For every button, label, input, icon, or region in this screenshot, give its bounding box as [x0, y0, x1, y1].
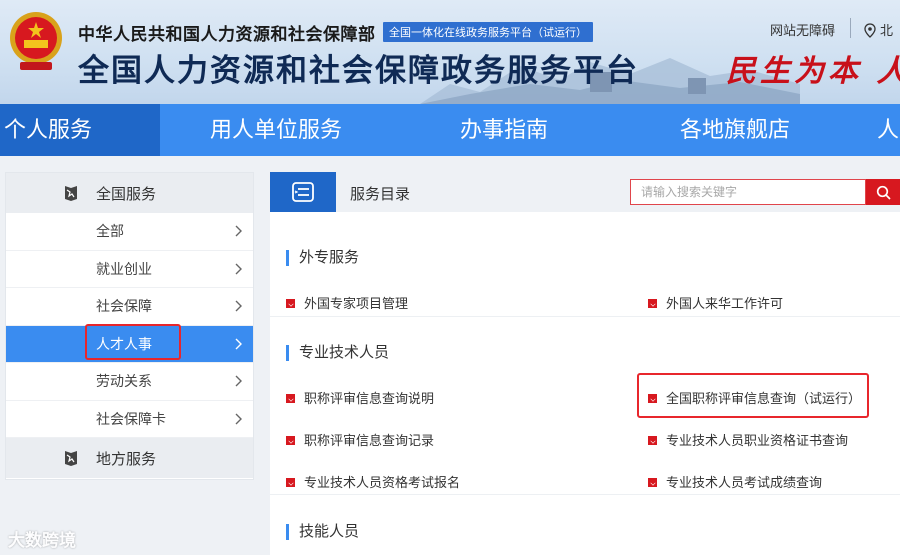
service-link-label: 专业技术人员考试成绩查询: [666, 475, 823, 490]
bullet-icon: [286, 394, 295, 403]
sidebar-item-employment[interactable]: 就业创业: [6, 251, 253, 288]
service-link[interactable]: 外国专家项目管理: [286, 293, 408, 312]
chevron-right-icon: [235, 375, 242, 387]
accessibility-link[interactable]: 网站无障碍: [770, 20, 835, 39]
main-nav: 个人服务 用人单位服务 办事指南 各地旗舰店 人: [0, 104, 900, 156]
location-selector[interactable]: 北: [864, 20, 893, 39]
service-link-label: 专业技术人员资格考试报名: [304, 475, 461, 490]
platform-tagline-badge: 全国一体化在线政务服务平台（试运行）: [383, 22, 593, 42]
sidebar-item-label: 社会保障卡: [96, 410, 166, 427]
chevron-right-icon: [235, 338, 242, 349]
highlight-box: [637, 373, 869, 418]
local-services-header[interactable]: 地方服务: [6, 438, 253, 478]
service-link-label: 职称评审信息查询记录: [304, 433, 435, 448]
sidebar-item-social-security-card[interactable]: 社会保障卡: [6, 401, 253, 438]
section-divider: [270, 494, 900, 495]
search-input[interactable]: [630, 179, 866, 205]
sidebar-item-social-security[interactable]: 社会保障: [6, 288, 253, 326]
nav-item-more[interactable]: 人: [870, 104, 900, 156]
map-pin-icon: [864, 23, 876, 38]
section-title-skilled-workers: 技能人员: [286, 524, 359, 540]
sidebar-item-labor-relations[interactable]: 劳动关系: [6, 363, 253, 401]
header-divider: [850, 18, 851, 38]
service-link[interactable]: 职称评审信息查询说明: [286, 388, 434, 407]
section-title-professional-technical: 专业技术人员: [286, 345, 389, 361]
service-catalog-panel: 服务目录 外专服务 外国专家项目管理 外国人来华工作许可 专业技术人员 职称评审…: [270, 172, 900, 555]
sidebar-item-label: 全部: [96, 223, 124, 240]
nav-item-service-guide[interactable]: 办事指南: [410, 104, 630, 156]
bullet-icon: [286, 436, 295, 445]
nav-item-personal-services[interactable]: 个人服务: [0, 104, 160, 156]
chevron-right-icon: [235, 225, 242, 237]
national-services-label: 全国服务: [96, 185, 157, 203]
watermark: 大数跨境: [8, 531, 76, 550]
service-link[interactable]: 专业技术人员职业资格证书查询: [648, 430, 848, 449]
chevron-right-icon: [235, 263, 242, 274]
highlight-box: [85, 324, 181, 360]
globe-map-icon: [65, 451, 77, 466]
local-services-label: 地方服务: [96, 450, 157, 468]
section-title-foreign-experts: 外专服务: [286, 250, 359, 266]
bullet-icon: [648, 436, 657, 445]
ministry-name: 中华人民共和国人力资源和社会保障部: [78, 25, 376, 44]
bullet-icon: [648, 299, 657, 308]
chevron-right-icon: [235, 413, 242, 424]
sidebar-item-all[interactable]: 全部: [6, 213, 253, 251]
service-link-label: 外国专家项目管理: [304, 296, 409, 311]
search-button[interactable]: [866, 179, 900, 205]
location-label: 北: [880, 23, 894, 38]
service-link[interactable]: 外国人来华工作许可: [648, 293, 783, 312]
nav-item-employer-services[interactable]: 用人单位服务: [160, 104, 410, 156]
site-header: 中华人民共和国人力资源和社会保障部 全国一体化在线政务服务平台（试运行） 全国人…: [0, 0, 900, 104]
sidebar-item-label: 就业创业: [96, 260, 152, 277]
bullet-icon: [286, 478, 295, 487]
nav-item-local-stores[interactable]: 各地旗舰店: [630, 104, 870, 156]
service-link-label: 专业技术人员职业资格证书查询: [666, 433, 849, 448]
service-link-label: 外国人来华工作许可: [666, 296, 784, 311]
service-link[interactable]: 专业技术人员资格考试报名: [286, 472, 460, 491]
slogan: 民生为本 人: [726, 54, 900, 89]
service-link[interactable]: 专业技术人员考试成绩查询: [648, 472, 822, 491]
catalog-icon: [270, 172, 336, 212]
section-divider: [270, 316, 900, 317]
globe-map-icon: [65, 186, 77, 201]
service-link[interactable]: 职称评审信息查询记录: [286, 430, 434, 449]
national-services-header[interactable]: 全国服务: [6, 173, 253, 213]
bullet-icon: [286, 299, 295, 308]
chevron-right-icon: [235, 300, 242, 312]
catalog-header: 服务目录: [270, 172, 900, 212]
platform-title: 全国人力资源和社会保障政务服务平台: [78, 53, 639, 88]
sidebar-item-label: 社会保障: [96, 298, 152, 315]
catalog-title: 服务目录: [350, 186, 411, 203]
sidebar-item-label: 劳动关系: [96, 373, 152, 390]
bullet-icon: [648, 478, 657, 487]
search-icon: [876, 185, 891, 200]
national-emblem-icon: [10, 12, 62, 70]
service-link-label: 职称评审信息查询说明: [304, 391, 435, 406]
